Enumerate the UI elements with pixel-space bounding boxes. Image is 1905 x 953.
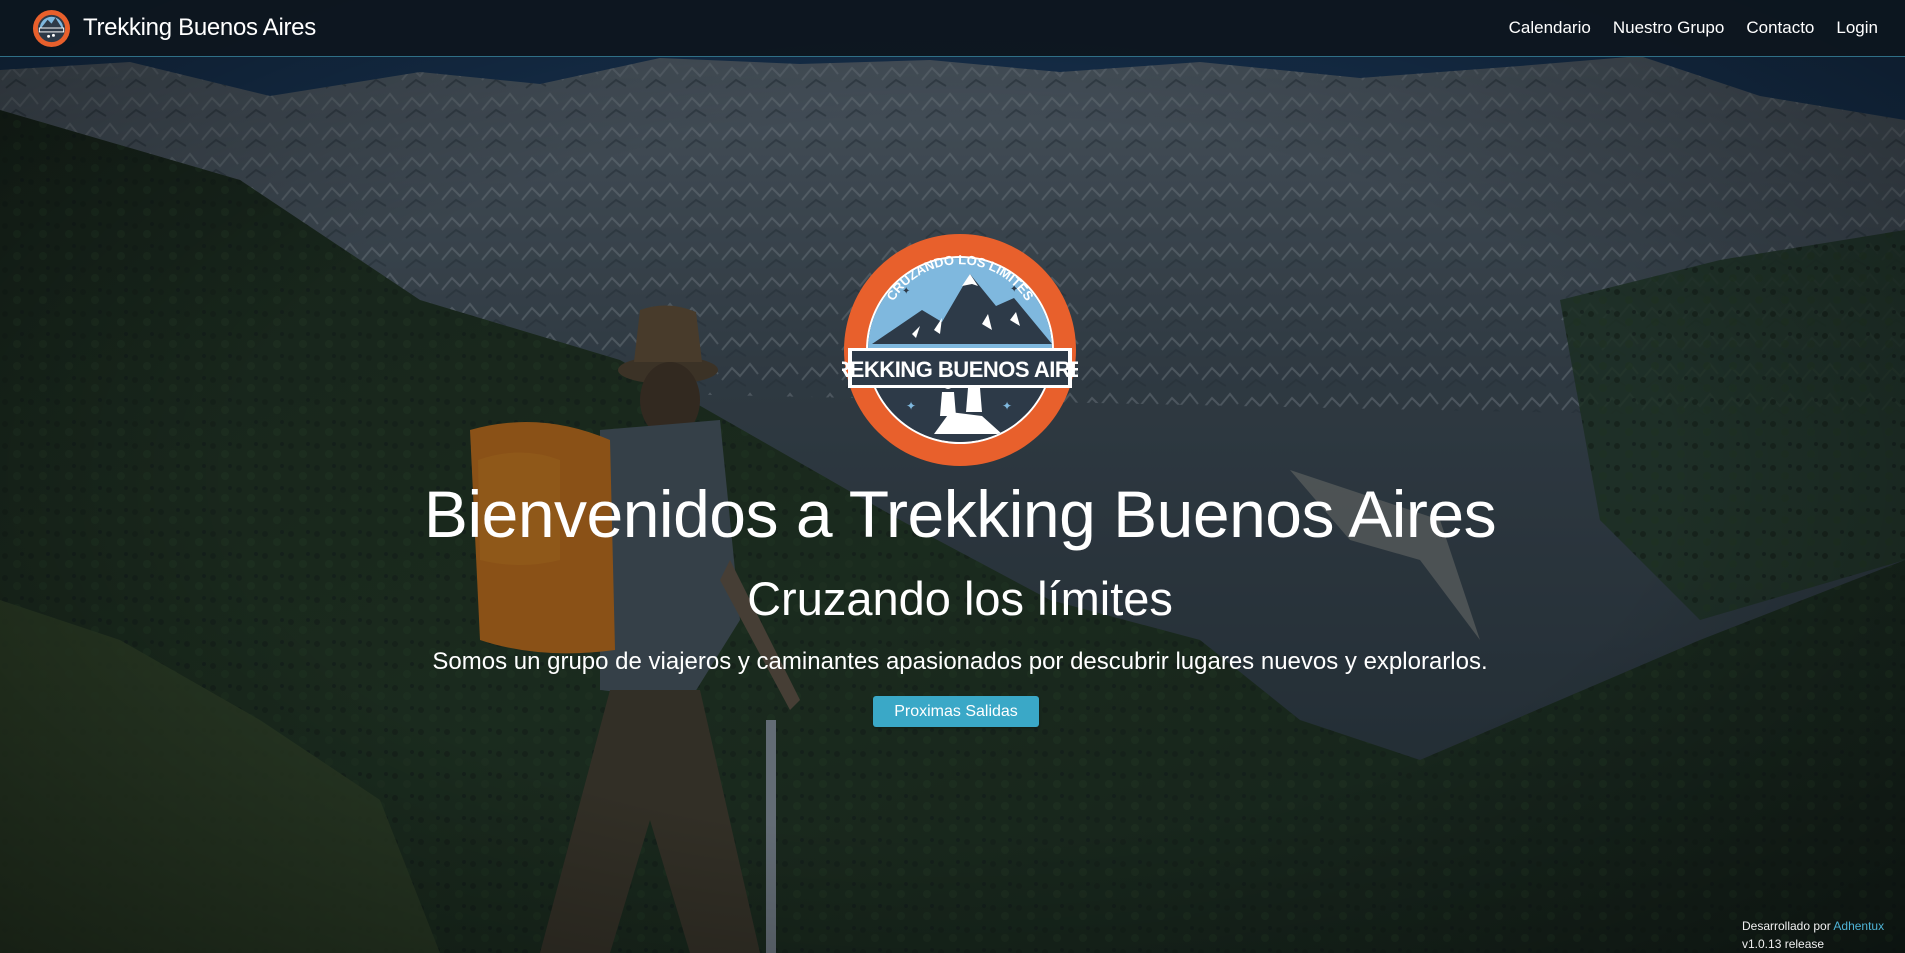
nav-links: Calendario Nuestro Grupo Contacto Login — [1487, 18, 1878, 38]
nav-link-calendario[interactable]: Calendario — [1509, 18, 1591, 38]
badge-banner-text: TREKKING BUENOS AIRES — [842, 357, 1078, 382]
developed-by-text: Desarrollado por — [1742, 919, 1831, 933]
brand-logo-icon — [32, 9, 71, 47]
trekking-badge-logo: ✦ ✦ ✦ ✦ TREKKING BUENOS AIRES CRUZANDO L… — [842, 234, 1078, 466]
hero-title: Bienvenidos a Trekking Buenos Aires — [423, 477, 1497, 551]
version-text: v1.0.13 release — [1742, 937, 1825, 951]
svg-text:✦: ✦ — [906, 399, 916, 413]
nav-link-nuestro-grupo[interactable]: Nuestro Grupo — [1613, 18, 1725, 38]
proximas-salidas-button[interactable]: Proximas Salidas — [873, 696, 1039, 727]
brand-link[interactable]: Trekking Buenos Aires — [32, 9, 316, 48]
hero-description: Somos un grupo de viajeros y caminantes … — [432, 648, 1488, 675]
brand-title: Trekking Buenos Aires — [83, 14, 316, 41]
hero-section: ✦ ✦ ✦ ✦ TREKKING BUENOS AIRES CRUZANDO L… — [0, 0, 1905, 953]
developer-link[interactable]: Adhentux — [1833, 919, 1884, 933]
credit-line: Desarrollado por Adhentux — [1742, 917, 1902, 935]
nav-link-login[interactable]: Login — [1836, 18, 1878, 38]
svg-text:✦: ✦ — [1002, 399, 1012, 413]
hero-subtitle: Cruzando los límites — [747, 572, 1173, 625]
top-navbar: Trekking Buenos Aires Calendario Nuestro… — [0, 0, 1905, 57]
developer-credit: Desarrollado por Adhentux v1.0.13 releas… — [1742, 917, 1902, 953]
nav-link-contacto[interactable]: Contacto — [1746, 18, 1814, 38]
